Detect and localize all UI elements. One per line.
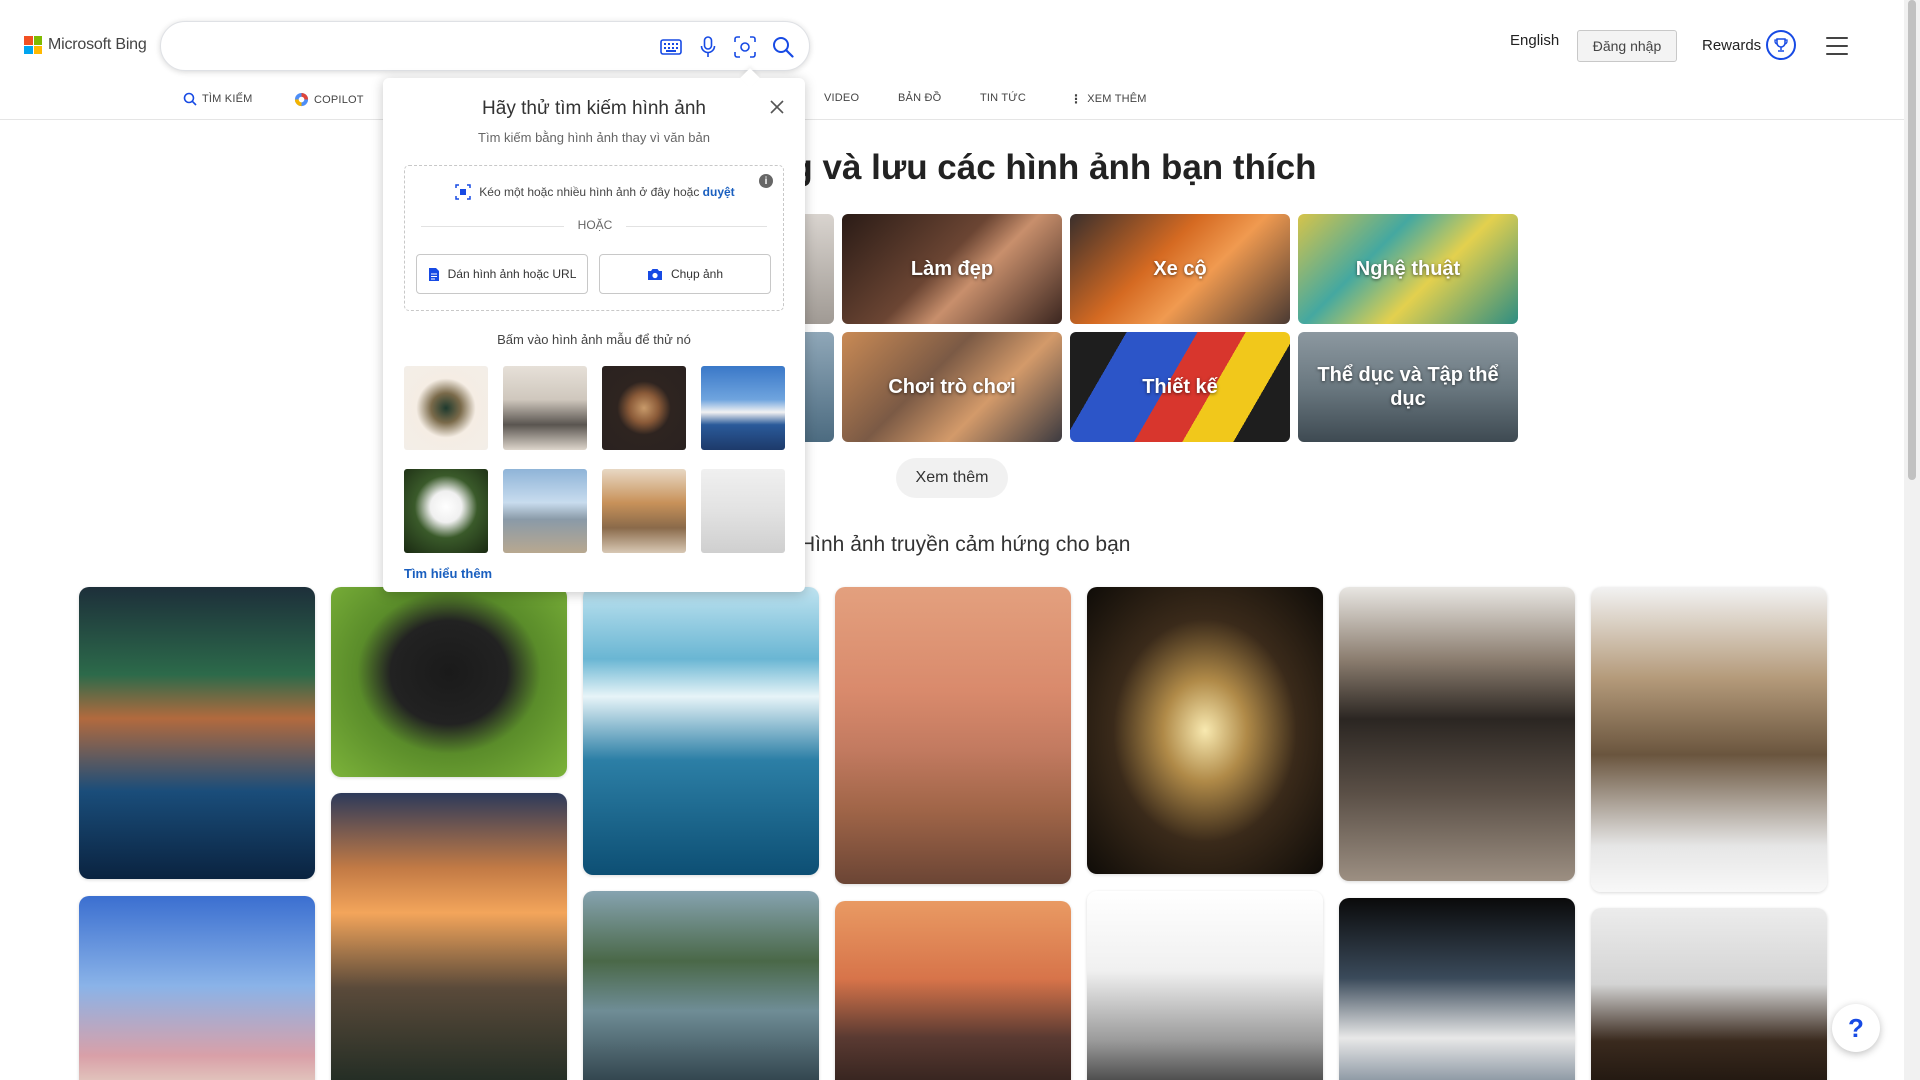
- inspiration-image-flower-arch[interactable]: [79, 896, 315, 1080]
- tile-label: Nghệ thuật: [1355, 258, 1461, 280]
- category-tile-fitness[interactable]: Thể dục và Tập thể dục: [1298, 332, 1518, 442]
- logo-text: Microsoft Bing: [48, 36, 147, 53]
- bing-logo[interactable]: Microsoft Bing: [24, 36, 147, 54]
- document-icon: [428, 267, 439, 281]
- drop-text: Kéo một hoặc nhiều hình ảnh ở đây hoặc: [479, 185, 700, 199]
- copilot-icon: [294, 92, 309, 107]
- search-box[interactable]: [160, 21, 810, 71]
- help-button[interactable]: ?: [1832, 1004, 1880, 1052]
- inspiration-image-underwater-dress[interactable]: [1339, 898, 1575, 1080]
- image-dropzone[interactable]: Kéo một hoặc nhiều hình ảnh ở đây hoặc d…: [404, 165, 784, 311]
- nav-item-news[interactable]: TIN TỨC: [980, 92, 1026, 104]
- info-icon[interactable]: i: [759, 174, 773, 188]
- inspiration-image-doodle-dog[interactable]: [1339, 587, 1575, 881]
- microsoft-logo-icon: [24, 36, 42, 54]
- image-drop-icon: [455, 184, 472, 200]
- tile-label: Làm đẹp: [910, 258, 994, 280]
- sample-image-white-rose[interactable]: [404, 469, 488, 553]
- category-tile-beauty[interactable]: Làm đẹp: [842, 214, 1062, 324]
- camera-icon: [647, 268, 662, 280]
- nav-label: VIDEO: [824, 92, 860, 104]
- take-photo-label: Chụp ảnh: [670, 267, 724, 281]
- inspiration-image-rottweiler-puppy[interactable]: [1591, 908, 1827, 1080]
- see-more-button[interactable]: Xem thêm: [896, 458, 1008, 498]
- browse-link[interactable]: duyệt: [703, 185, 735, 199]
- nav-label: BẢN ĐỒ: [898, 92, 942, 104]
- inspiration-image-tropical-sunset[interactable]: [331, 793, 567, 1080]
- nav-label: TÌM KIẾM: [202, 93, 253, 105]
- learn-more-link[interactable]: Tìm hiểu thêm: [404, 566, 492, 581]
- rewards-label[interactable]: Rewards: [1702, 37, 1761, 54]
- nav-item-more[interactable]: ⋮ XEM THÊM: [1070, 92, 1147, 106]
- more-vertical-icon: ⋮: [1070, 92, 1083, 106]
- nav-item-search[interactable]: TÌM KIẾM: [183, 92, 253, 106]
- sample-image-louvre-pyramid[interactable]: [503, 469, 587, 553]
- nav-label: TIN TỨC: [980, 92, 1027, 104]
- nav-item-video[interactable]: VIDEO: [824, 92, 859, 104]
- inspiration-image-desert-couple[interactable]: [835, 587, 1071, 884]
- rewards-trophy-icon[interactable]: [1766, 30, 1796, 60]
- search-input[interactable]: [183, 32, 583, 62]
- nav-label: XEM THÊM: [1087, 93, 1147, 105]
- inspiration-image-wolf[interactable]: [1591, 587, 1827, 892]
- take-photo-button[interactable]: Chụp ảnh: [599, 254, 771, 294]
- search-icon[interactable]: [771, 35, 795, 59]
- samples-caption: Bấm vào hình ảnh mẫu để thử nó: [497, 332, 691, 347]
- popup-subtitle: Tìm kiếm bằng hình ảnh thay vì văn bản: [478, 130, 710, 145]
- sample-image-coffee-cups[interactable]: [602, 366, 686, 450]
- language-link[interactable]: English: [1510, 32, 1559, 49]
- tile-label: Thiết kế: [1142, 376, 1218, 398]
- tile-label: Xe cộ: [1153, 258, 1207, 280]
- microphone-icon[interactable]: [696, 35, 720, 59]
- paste-url-label: Dán hình ảnh hoặc URL: [447, 267, 577, 281]
- tile-label: Thể dục và Tập thể dục: [1317, 364, 1499, 410]
- inspiration-image-lake-village[interactable]: [583, 891, 819, 1080]
- visual-search-popup: Hãy thử tìm kiếm hình ảnh Tìm kiếm bằng …: [383, 68, 805, 592]
- nav-label: COPILOT: [314, 93, 364, 106]
- inspiration-image-waterfall-garden[interactable]: [79, 587, 315, 879]
- nav-item-copilot[interactable]: COPILOT: [294, 92, 364, 107]
- inspiration-heading: Hình ảnh truyền cảm hứng cho bạn: [800, 533, 1131, 556]
- paste-url-button[interactable]: Dán hình ảnh hoặc URL: [416, 254, 588, 294]
- or-separator: HOẶC: [405, 218, 785, 232]
- close-icon[interactable]: [768, 98, 786, 116]
- inspiration-image-butterfly[interactable]: [1087, 891, 1323, 1080]
- search-icon: [183, 92, 197, 106]
- scrollbar-thumb[interactable]: [1908, 0, 1916, 480]
- category-tile-design[interactable]: Thiết kế: [1070, 332, 1290, 442]
- sample-image-dogs[interactable]: [602, 469, 686, 553]
- page-heading: ng và lưu các hình ảnh bạn thích: [770, 148, 1317, 187]
- inspiration-image-black-puppy[interactable]: [331, 587, 567, 777]
- tile-label: Chơi trò chơi: [888, 376, 1016, 398]
- header: Microsoft Bing English Đăng nhập Rewards…: [0, 0, 1904, 120]
- category-tile-gaming[interactable]: Chơi trò chơi: [842, 332, 1062, 442]
- menu-icon[interactable]: [1826, 37, 1848, 55]
- sample-image-white-chair[interactable]: [701, 469, 785, 553]
- keyboard-icon[interactable]: [659, 35, 683, 59]
- visual-search-icon[interactable]: [733, 35, 757, 59]
- sample-image-dining-room[interactable]: [503, 366, 587, 450]
- inspiration-image-bali-gate[interactable]: [835, 901, 1071, 1080]
- popup-title: Hãy thử tìm kiếm hình ảnh: [482, 98, 706, 119]
- category-tile-vehicles[interactable]: Xe cộ: [1070, 214, 1290, 324]
- inspiration-image-light-tunnel[interactable]: [1087, 587, 1323, 874]
- nav-item-maps[interactable]: BẢN ĐỒ: [898, 92, 941, 104]
- sample-image-sunglasses[interactable]: [404, 366, 488, 450]
- signin-button[interactable]: Đăng nhập: [1577, 30, 1677, 62]
- sample-image-sydney-opera-house[interactable]: [701, 366, 785, 450]
- vertical-scrollbar[interactable]: [1904, 0, 1920, 1080]
- inspiration-image-niagara-falls[interactable]: [583, 587, 819, 875]
- drop-instructions: Kéo một hoặc nhiều hình ảnh ở đây hoặc d…: [405, 184, 785, 200]
- category-tile-art[interactable]: Nghệ thuật: [1298, 214, 1518, 324]
